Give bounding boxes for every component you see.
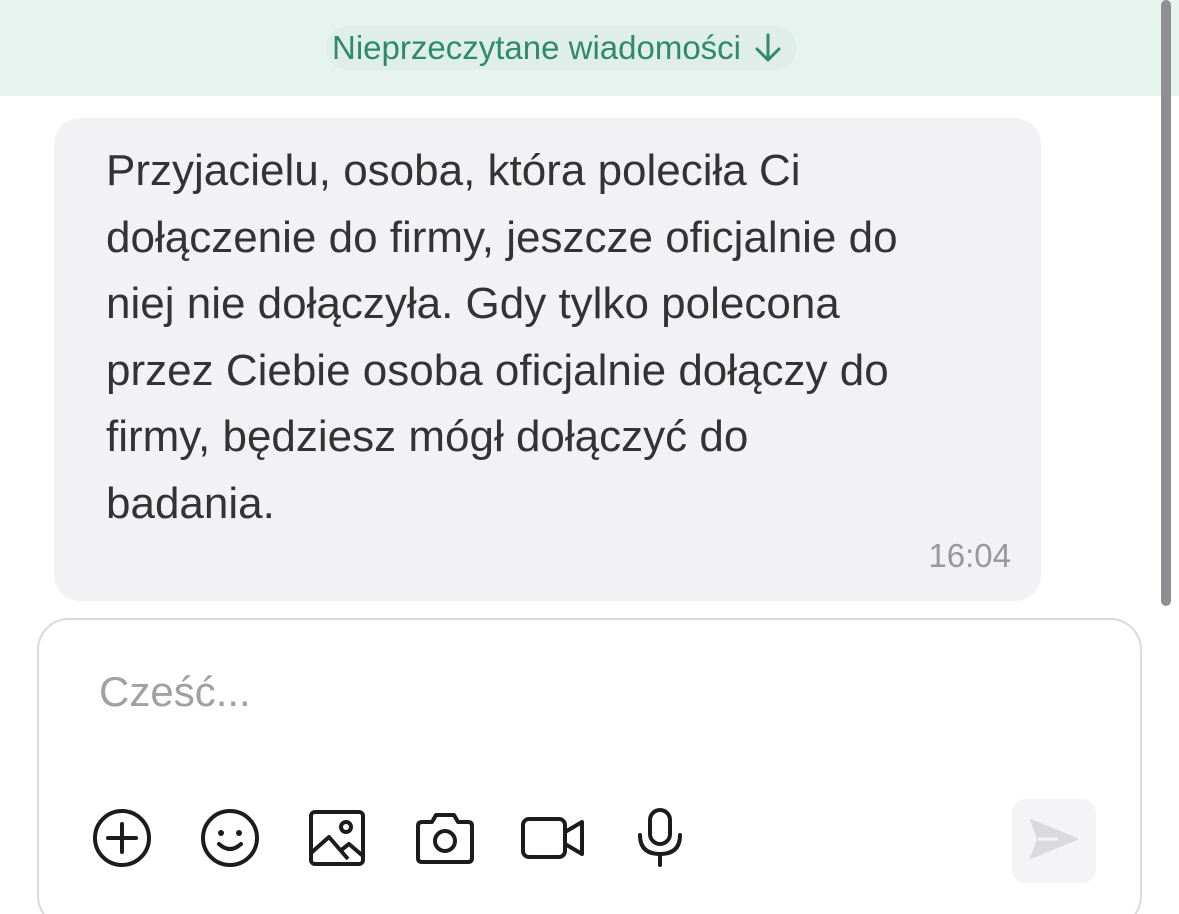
emoji-button[interactable] xyxy=(198,806,262,870)
message-bubble: Przyjacielu, osoba, która poleciła Ci do… xyxy=(54,118,1041,601)
message-text: Przyjacielu, osoba, która poleciła Ci do… xyxy=(106,146,898,528)
video-button[interactable] xyxy=(521,806,585,870)
message-timestamp: 16:04 xyxy=(928,537,1011,574)
video-icon xyxy=(520,814,586,862)
camera-button[interactable] xyxy=(413,806,477,870)
microphone-button[interactable] xyxy=(628,806,692,870)
microphone-icon xyxy=(635,807,685,869)
arrow-down-icon xyxy=(755,33,781,63)
send-icon xyxy=(1028,817,1080,866)
camera-icon xyxy=(414,810,476,866)
image-icon xyxy=(306,807,368,869)
unread-messages-label: Nieprzeczytane wiadomości xyxy=(332,29,742,66)
add-button[interactable] xyxy=(90,806,154,870)
image-button[interactable] xyxy=(305,806,369,870)
add-icon xyxy=(91,807,153,869)
message-composer xyxy=(37,618,1142,914)
unread-messages-button[interactable]: Nieprzeczytane wiadomości xyxy=(326,26,798,70)
send-button[interactable] xyxy=(1012,799,1096,883)
unread-banner: Nieprzeczytane wiadomości xyxy=(0,0,1179,96)
scrollbar[interactable] xyxy=(1161,0,1171,606)
chat-screen: Nieprzeczytane wiadomości Przyjacielu, o… xyxy=(0,0,1179,914)
message-input[interactable] xyxy=(99,662,999,722)
emoji-icon xyxy=(199,807,261,869)
